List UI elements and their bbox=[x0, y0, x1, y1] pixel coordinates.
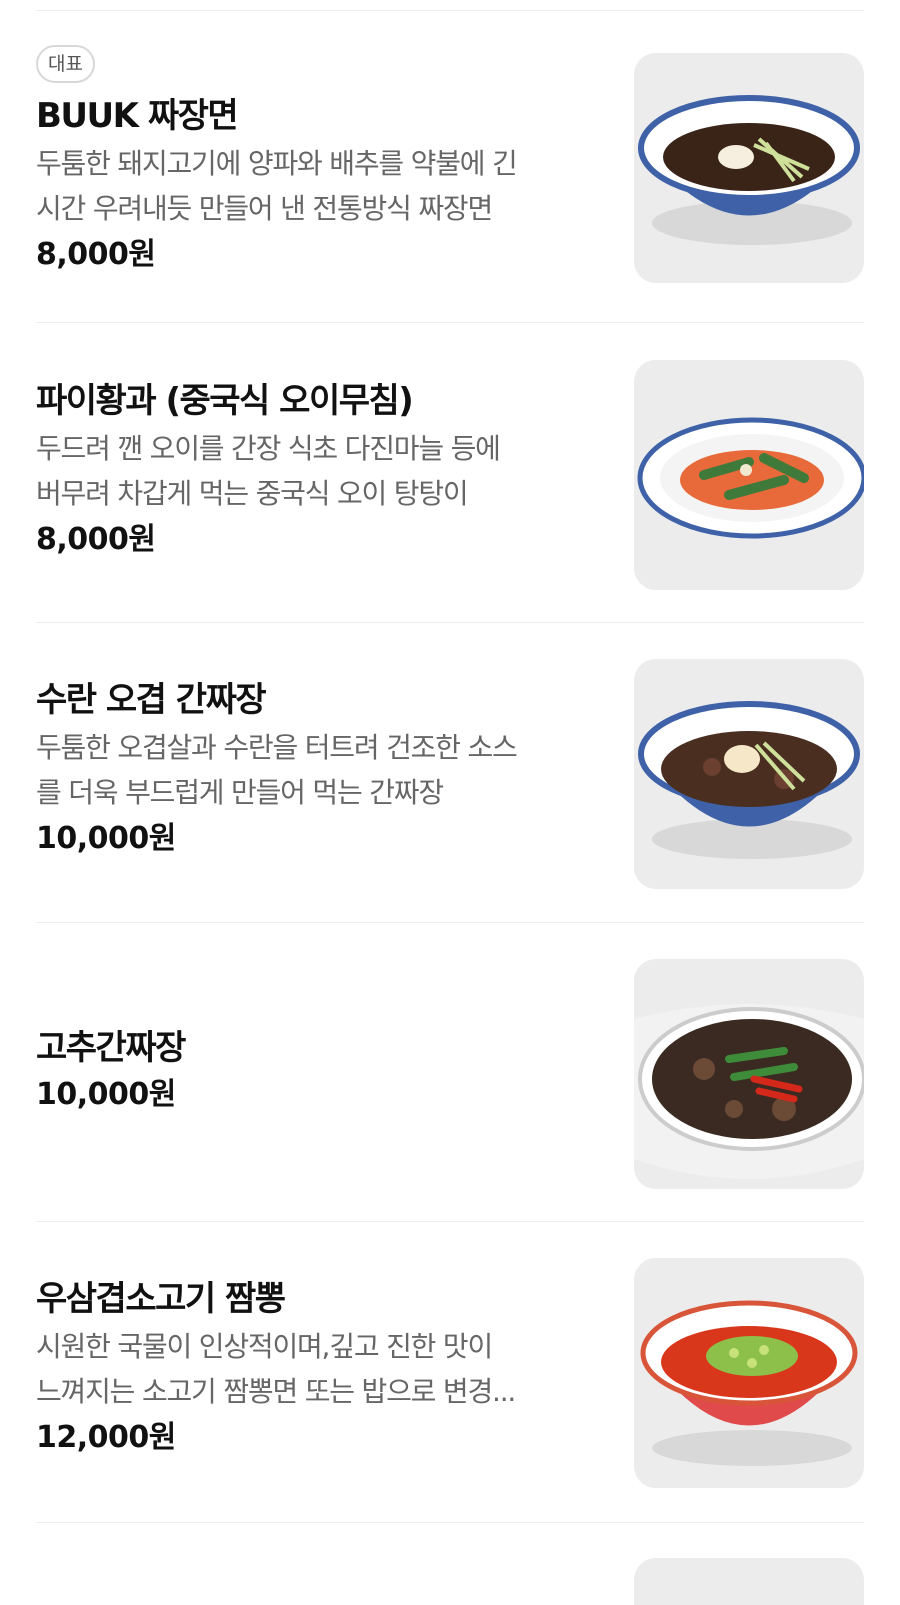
divider bbox=[36, 622, 864, 623]
top-divider bbox=[36, 10, 864, 11]
menu-item-paihuanggua[interactable]: 파이황과 (중국식 오이무침) 두드려 깬 오이를 간장 식초 다진마늘 등에 … bbox=[36, 360, 864, 590]
menu-item-description: 두툼한 오겹살과 수란을 터트려 건조한 소스 를 더욱 부드럽게 만들어 먹는… bbox=[36, 731, 518, 809]
menu-item-price: 8,000원 bbox=[36, 522, 156, 557]
ganjjajang-bowl-image[interactable] bbox=[634, 659, 864, 889]
menu-item-price: 8,000원 bbox=[36, 237, 156, 272]
divider bbox=[36, 1221, 864, 1222]
menu-item-description: 시원한 국물이 인상적이며,깊고 진한 맛이 느껴지는 소고기 짬뽕면 또는 밥… bbox=[36, 1330, 516, 1408]
menu-item-name: 수란 오겹 간짜장 bbox=[36, 680, 267, 720]
cucumber-salad-plate-image[interactable] bbox=[634, 360, 864, 590]
menu-item-gochu-ganjjajang[interactable]: 고추간짜장 10,000원 bbox=[36, 959, 864, 1189]
menu-item-buuk-jajangmyeon[interactable]: 대표 BUUK 짜장면 두툼한 돼지고기에 양파와 배추를 약불에 긴 시간 우… bbox=[36, 45, 864, 285]
signature-badge: 대표 bbox=[36, 45, 95, 83]
jajangmyeon-bowl-image[interactable] bbox=[634, 53, 864, 283]
jjamppong-bowl-image[interactable] bbox=[634, 1258, 864, 1488]
pepper-ganjjajang-bowl-image[interactable] bbox=[634, 959, 864, 1189]
menu-item-price: 10,000원 bbox=[36, 1077, 176, 1112]
menu-item-name: 파이황과 (중국식 오이무침) bbox=[36, 381, 414, 421]
divider bbox=[36, 922, 864, 923]
divider bbox=[36, 1522, 864, 1523]
menu-item-description: 두툼한 돼지고기에 양파와 배추를 약불에 긴 시간 우려내듯 만들어 낸 전통… bbox=[36, 147, 518, 225]
menu-item-name: 우삼겹소고기 짬뽕 bbox=[36, 1279, 286, 1319]
menu-item-description: 두드려 깬 오이를 간장 식초 다진마늘 등에 버무려 차갑게 먹는 중국식 오… bbox=[36, 432, 501, 510]
next-menu-item-image[interactable] bbox=[634, 1558, 864, 1605]
menu-item-name: 고추간짜장 bbox=[36, 1028, 186, 1068]
divider bbox=[36, 322, 864, 323]
menu-item-usamgyeop-jjamppong[interactable]: 우삼겹소고기 짬뽕 시원한 국물이 인상적이며,깊고 진한 맛이 느껴지는 소고… bbox=[36, 1258, 864, 1488]
menu-item-name: BUUK 짜장면 bbox=[36, 96, 239, 136]
menu-item-price: 10,000원 bbox=[36, 821, 176, 856]
menu-item-price: 12,000원 bbox=[36, 1420, 176, 1455]
menu-item-suran-ogyeop-ganjjajang[interactable]: 수란 오겹 간짜장 두툼한 오겹살과 수란을 터트려 건조한 소스 를 더욱 부… bbox=[36, 659, 864, 889]
